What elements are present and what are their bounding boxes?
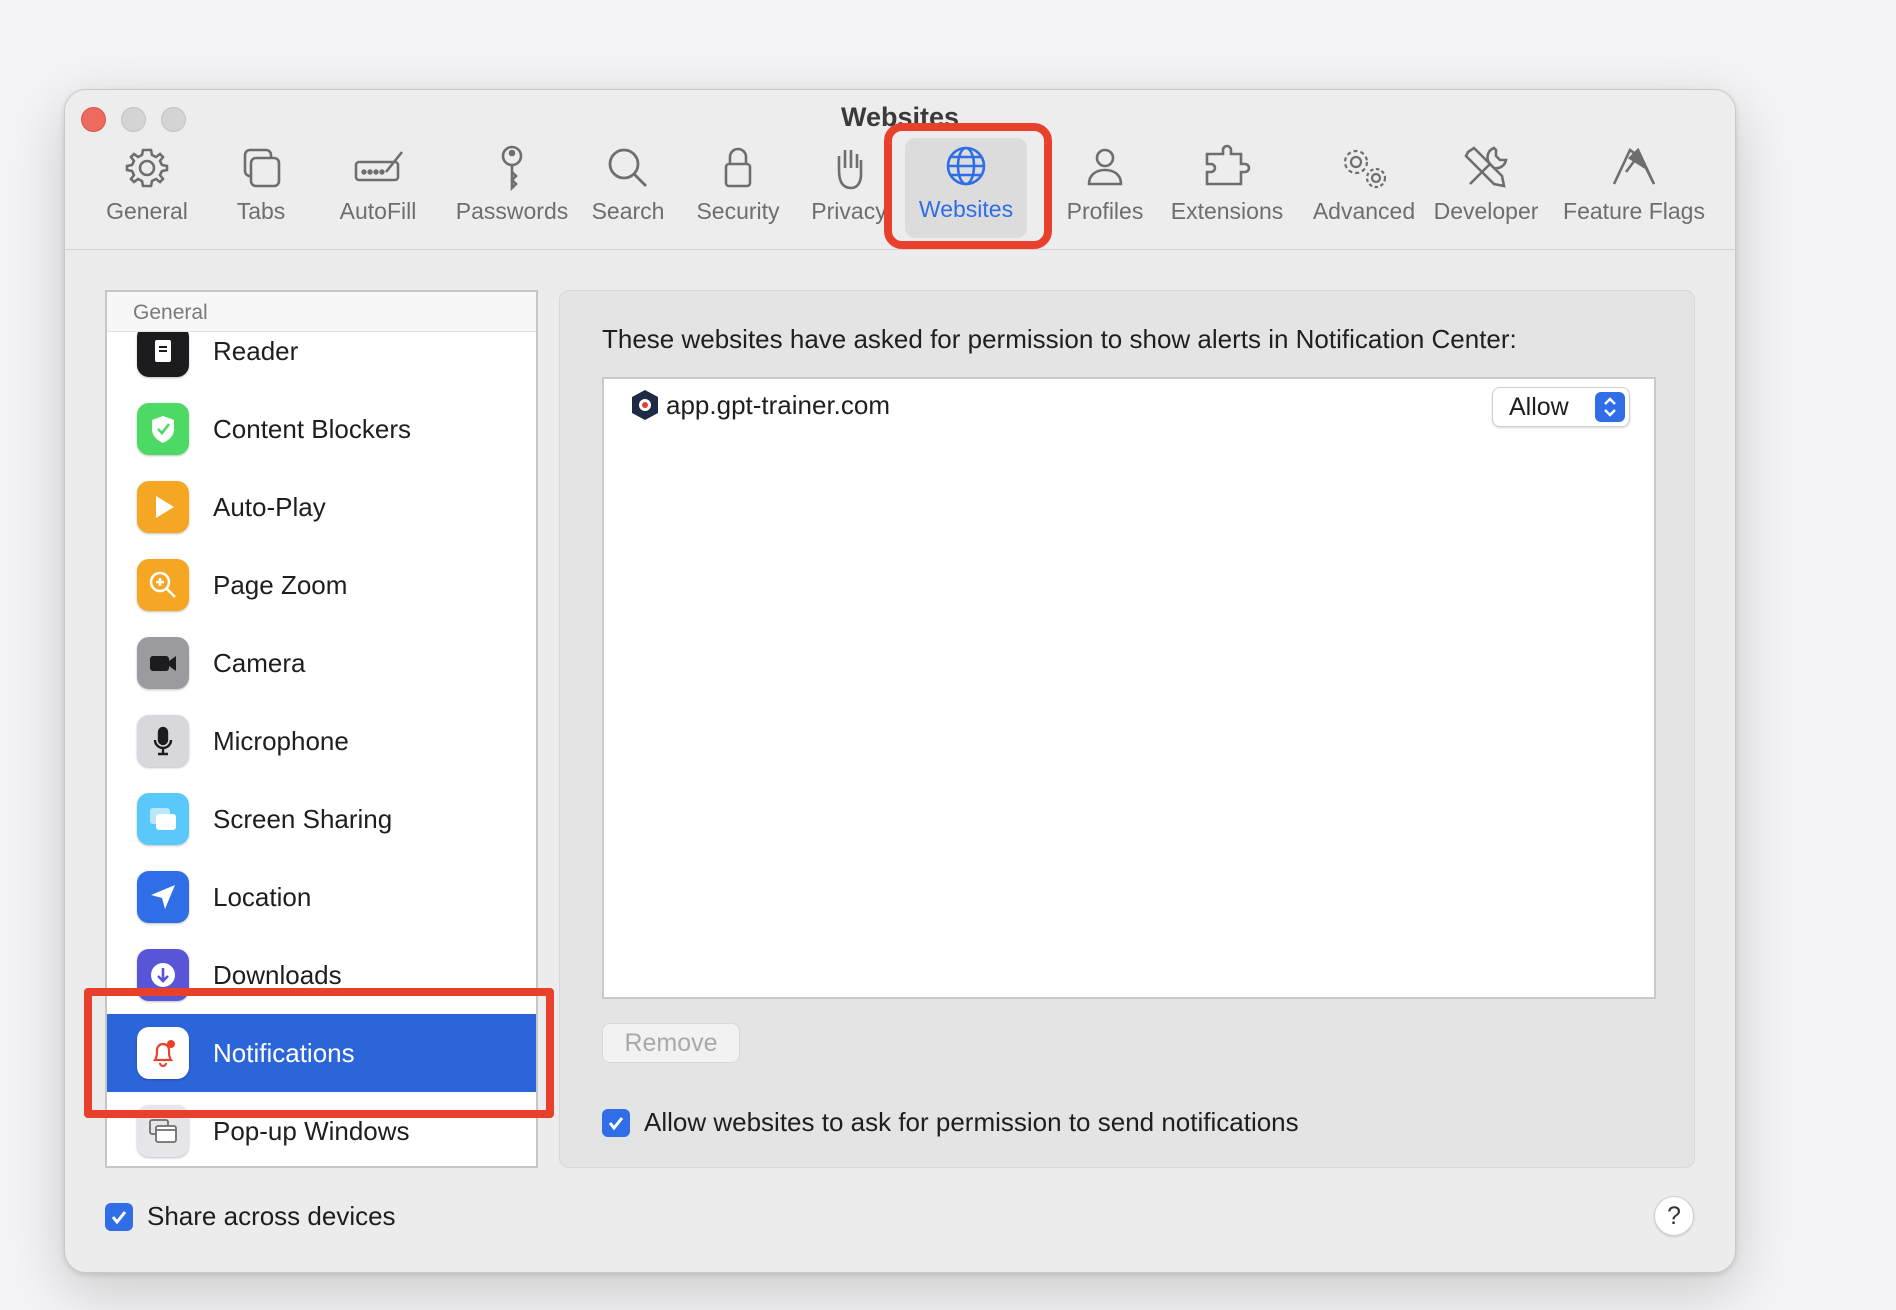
permission-select[interactable]: Allow: [1492, 387, 1630, 427]
tab-extensions-label: Extensions: [1170, 198, 1284, 224]
zoom-icon: [137, 559, 189, 611]
sidebar-item-page-zoom[interactable]: Page Zoom: [107, 546, 536, 624]
sidebar-item-microphone[interactable]: Microphone: [107, 702, 536, 780]
tab-websites[interactable]: Websites: [905, 138, 1027, 238]
tab-tabs[interactable]: Tabs: [213, 140, 309, 240]
checkmark-icon: [111, 1210, 127, 1224]
site-favicon-icon: [632, 390, 658, 420]
magnifier-icon: [608, 148, 647, 187]
location-arrow-icon: [137, 871, 189, 923]
pencil-field-icon: [354, 151, 404, 182]
tab-feature-flags-label: Feature Flags: [1563, 198, 1705, 224]
allow-ask-label: Allow websites to ask for permission to …: [644, 1107, 1299, 1137]
sidebar-item-downloads[interactable]: Downloads: [107, 936, 536, 1014]
tab-feature-flags[interactable]: Feature Flags: [1551, 140, 1717, 240]
tab-search-label: Search: [591, 198, 665, 224]
checkmark-icon: [608, 1116, 624, 1130]
sidebar-item-label: Content Blockers: [213, 413, 411, 444]
allow-ask-row[interactable]: Allow websites to ask for permission to …: [602, 1107, 1299, 1138]
sidebar-item-label: Camera: [213, 647, 306, 678]
tab-autofill-label: AutoFill: [339, 198, 417, 224]
panel-description: These websites have asked for permission…: [602, 324, 1517, 354]
window-title: Websites: [840, 102, 960, 132]
globe-icon: [946, 146, 986, 186]
sidebar-item-label: Auto-Play: [213, 491, 326, 522]
site-name: app.gpt-trainer.com: [666, 389, 891, 420]
sidebar-item-label: Screen Sharing: [213, 803, 393, 834]
remove-button[interactable]: Remove: [602, 1023, 740, 1063]
tab-advanced-label: Advanced: [1312, 198, 1416, 224]
tabs-icon: [243, 148, 281, 188]
tab-general[interactable]: General: [87, 140, 207, 240]
gear-icon: [125, 148, 169, 188]
notifications-panel: These websites have asked for permission…: [559, 290, 1695, 1168]
titlebar: Websites General Tabs AutoFill Passwords…: [65, 90, 1735, 250]
tab-passwords[interactable]: Passwords: [437, 140, 587, 240]
chevron-updown-icon: [1595, 392, 1625, 422]
sidebar-item-location[interactable]: Location: [107, 858, 536, 936]
tab-advanced[interactable]: Advanced: [1289, 140, 1439, 240]
download-icon: [137, 949, 189, 1001]
tab-developer[interactable]: Developer: [1421, 140, 1551, 240]
sidebar-item-label: Location: [213, 881, 312, 912]
tab-profiles-label: Profiles: [1066, 198, 1144, 224]
sidebar-item-label: Pop-up Windows: [213, 1115, 410, 1146]
flags-icon: [1612, 147, 1656, 185]
allow-ask-checkbox[interactable]: [602, 1108, 630, 1137]
tab-developer-label: Developer: [1433, 198, 1539, 224]
tab-profiles[interactable]: Profiles: [1055, 140, 1155, 240]
sidebar-item-label: Downloads: [213, 959, 342, 990]
tab-security[interactable]: Security: [683, 140, 793, 240]
person-icon: [1087, 148, 1123, 186]
bell-icon: [137, 1027, 189, 1079]
key-icon: [501, 145, 523, 192]
reader-icon: [137, 325, 189, 377]
tab-search[interactable]: Search: [577, 140, 679, 240]
tab-security-label: Security: [696, 198, 780, 224]
shield-check-icon: [137, 403, 189, 455]
screen-sharing-icon: [137, 793, 189, 845]
permission-value: Allow: [1509, 392, 1569, 421]
help-button[interactable]: ?: [1654, 1196, 1694, 1236]
share-across-devices-row[interactable]: Share across devices: [105, 1201, 396, 1232]
tab-passwords-label: Passwords: [455, 198, 569, 224]
sidebar-item-camera[interactable]: Camera: [107, 624, 536, 702]
sidebar-item-pop-up-windows[interactable]: Pop-up Windows: [107, 1092, 536, 1166]
tab-websites-label: Websites: [918, 196, 1014, 222]
play-icon: [137, 481, 189, 533]
settings-sidebar[interactable]: General Reader Content Blockers Auto-Pla…: [105, 290, 538, 1168]
website-list[interactable]: app.gpt-trainer.com Allow: [602, 377, 1656, 999]
tab-privacy-label: Privacy: [811, 198, 887, 224]
gears-icon: [1343, 149, 1387, 189]
sidebar-item-notifications[interactable]: Notifications: [107, 1014, 536, 1092]
sidebar-item-auto-play[interactable]: Auto-Play: [107, 468, 536, 546]
sidebar-item-label: Microphone: [213, 725, 349, 756]
sidebar-item-label: Page Zoom: [213, 569, 348, 600]
sidebar-item-label: Reader: [213, 335, 299, 366]
tab-tabs-label: Tabs: [236, 198, 286, 224]
list-item[interactable]: app.gpt-trainer.com Allow: [604, 379, 1654, 431]
hand-icon: [837, 150, 863, 190]
sidebar-item-content-blockers[interactable]: Content Blockers: [107, 390, 536, 468]
lock-icon: [724, 147, 752, 188]
sidebar-section-header: General: [107, 292, 536, 332]
preferences-window: Websites General Tabs AutoFill Passwords…: [64, 89, 1736, 1273]
camera-icon: [137, 637, 189, 689]
sidebar-item-screen-sharing[interactable]: Screen Sharing: [107, 780, 536, 858]
share-across-devices-checkbox[interactable]: [105, 1202, 133, 1231]
tab-privacy[interactable]: Privacy: [803, 140, 895, 240]
share-across-devices-label: Share across devices: [147, 1201, 396, 1231]
tab-extensions[interactable]: Extensions: [1147, 140, 1307, 240]
microphone-icon: [137, 715, 189, 767]
tab-general-label: General: [106, 198, 188, 224]
tab-autofill[interactable]: AutoFill: [323, 140, 433, 240]
popup-windows-icon: [137, 1105, 189, 1157]
tools-icon: [1464, 146, 1508, 188]
puzzle-icon: [1205, 144, 1251, 186]
preferences-toolbar: General Tabs AutoFill Passwords Search S…: [65, 138, 1735, 250]
sidebar-item-label: Notifications: [213, 1037, 355, 1068]
